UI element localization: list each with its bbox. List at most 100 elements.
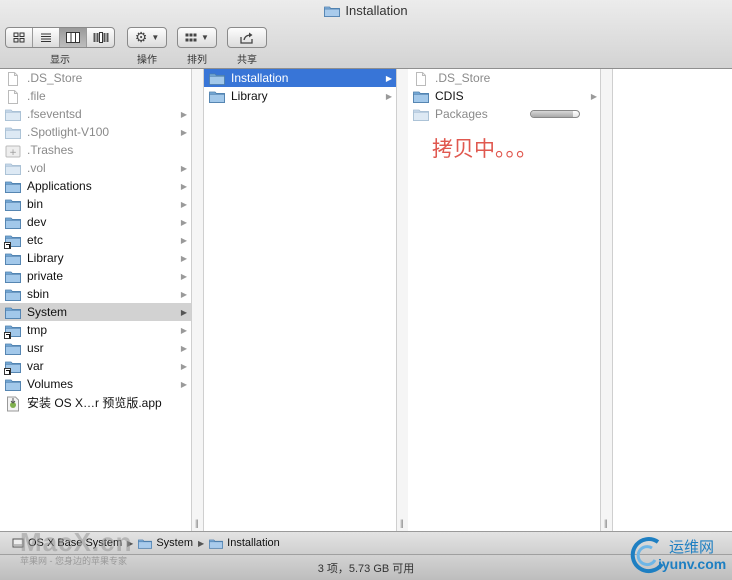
list-item[interactable]: Library ▶ <box>0 249 191 267</box>
path-crumb-installation[interactable]: Installation <box>209 537 280 549</box>
chevron-right-icon: ▶ <box>180 217 187 227</box>
folder-icon <box>5 378 21 391</box>
list-item-label: sbin <box>27 287 50 301</box>
column-browser: .DS_Store .file .fseventsd ▶ .Spotlight-V100… <box>0 69 732 531</box>
share-group: 共享 <box>227 27 267 66</box>
folder-icon <box>5 252 21 265</box>
copy-progress-fill <box>531 111 574 117</box>
icon-view-button[interactable] <box>6 28 33 47</box>
share-icon <box>240 32 253 44</box>
list-item-label: .vol <box>27 161 46 175</box>
chevron-right-icon: ▶ <box>180 271 187 281</box>
folder-icon <box>324 6 341 17</box>
share-button[interactable] <box>227 27 267 48</box>
column-3[interactable]: .DS_Store CDIS ▶ Packages 拷贝中。。。 <box>408 69 601 531</box>
column-resize-handle[interactable]: || <box>600 69 613 531</box>
column-1[interactable]: .DS_Store .file .fseventsd ▶ .Spotlight-V100… <box>0 69 191 531</box>
list-item[interactable]: System ▶ <box>0 303 191 321</box>
chevron-down-icon: ▼ <box>151 33 160 42</box>
list-item-label: CDIS <box>435 89 464 103</box>
path-crumb-system[interactable]: System <box>138 537 193 549</box>
list-item[interactable]: etc ▶ <box>0 231 191 249</box>
list-item[interactable]: Library ▶ <box>204 87 396 105</box>
alias-arrow-icon <box>4 331 11 339</box>
grip-icon: || <box>195 518 199 528</box>
chevron-right-icon: ▶ <box>180 307 187 317</box>
coverflow-view-button[interactable] <box>87 28 114 47</box>
list-item-label: Library <box>231 89 268 103</box>
folder-alias-icon <box>4 234 21 249</box>
list-item-label: Installation <box>231 71 289 85</box>
chevron-right-icon: ▶ <box>180 163 187 173</box>
chevron-right-icon: ▶ <box>198 538 205 548</box>
list-item[interactable]: 安装 OS X…r 预览版.app <box>0 393 191 411</box>
chevron-right-icon: ▶ <box>180 289 187 299</box>
list-item-label: Packages <box>435 107 488 121</box>
list-item[interactable]: .Spotlight-V100 ▶ <box>0 123 191 141</box>
list-item[interactable]: Packages <box>408 105 601 123</box>
folder-icon <box>5 198 21 211</box>
list-item[interactable]: Installation ▶ <box>204 69 396 87</box>
path-crumb-label: Installation <box>227 537 280 549</box>
list-item-label: .file <box>27 89 46 103</box>
list-icon <box>41 33 51 42</box>
chevron-right-icon: ▶ <box>180 199 187 209</box>
arrange-label: 排列 <box>187 55 207 66</box>
column-2[interactable]: Installation ▶ Library ▶ <box>204 69 396 531</box>
list-item[interactable]: .file <box>0 87 191 105</box>
list-item[interactable]: var ▶ <box>0 357 191 375</box>
arrange-button[interactable]: ▼ <box>177 27 217 48</box>
action-button[interactable]: ⚙ ▼ <box>127 27 167 48</box>
window-title-text: Installation <box>345 3 408 18</box>
folder-icon <box>5 180 21 193</box>
coverflow-icon <box>93 32 108 43</box>
folder-icon <box>5 306 21 319</box>
list-item-label: .DS_Store <box>435 71 491 85</box>
list-item[interactable]: + .Trashes <box>0 141 191 159</box>
folder-icon <box>5 162 21 175</box>
list-item-label: etc <box>27 233 44 247</box>
list-item-label: Applications <box>27 179 92 193</box>
column-4[interactable] <box>613 69 732 531</box>
list-item-label: .Trashes <box>27 143 74 157</box>
list-item-label: .DS_Store <box>27 71 83 85</box>
list-item-label: .Spotlight-V100 <box>27 125 110 139</box>
list-item[interactable]: CDIS ▶ <box>408 87 601 105</box>
list-item-label: 安装 OS X…r 预览版.app <box>27 395 162 410</box>
folder-alias-icon <box>4 324 21 339</box>
folder-icon <box>5 216 21 229</box>
list-item[interactable]: .fseventsd ▶ <box>0 105 191 123</box>
list-item-label: usr <box>27 341 44 355</box>
path-crumb-label: System <box>156 537 193 549</box>
list-item[interactable]: dev ▶ <box>0 213 191 231</box>
document-icon <box>5 71 21 86</box>
installer-app-icon <box>5 396 21 411</box>
chevron-right-icon: ▶ <box>180 127 187 137</box>
list-item[interactable]: private ▶ <box>0 267 191 285</box>
list-item[interactable]: sbin ▶ <box>0 285 191 303</box>
status-bar: 3 项，5.73 GB 可用 <box>0 554 732 580</box>
folder-icon <box>413 90 429 103</box>
path-crumb-volume[interactable]: OS X Base System <box>12 537 122 549</box>
list-item[interactable]: .DS_Store <box>0 69 191 87</box>
list-item[interactable]: tmp ▶ <box>0 321 191 339</box>
column-resize-handle[interactable]: || <box>191 69 204 531</box>
list-item[interactable]: usr ▶ <box>0 339 191 357</box>
folder-icon <box>209 539 224 549</box>
list-view-button[interactable] <box>33 28 60 47</box>
chevron-right-icon: ▶ <box>180 361 187 371</box>
chevron-right-icon: ▶ <box>385 91 392 101</box>
column-view-button[interactable] <box>60 28 87 47</box>
chevron-right-icon: ▶ <box>385 73 392 83</box>
view-mode-control[interactable] <box>5 27 115 48</box>
list-item[interactable]: .vol ▶ <box>0 159 191 177</box>
folder-icon <box>413 108 429 121</box>
document-icon <box>5 89 21 104</box>
list-item[interactable]: .DS_Store <box>408 69 601 87</box>
chevron-right-icon: ▶ <box>180 235 187 245</box>
chevron-down-icon: ▼ <box>201 33 209 42</box>
list-item[interactable]: bin ▶ <box>0 195 191 213</box>
list-item[interactable]: Applications ▶ <box>0 177 191 195</box>
list-item[interactable]: Volumes ▶ <box>0 375 191 393</box>
chevron-right-icon: ▶ <box>180 181 187 191</box>
